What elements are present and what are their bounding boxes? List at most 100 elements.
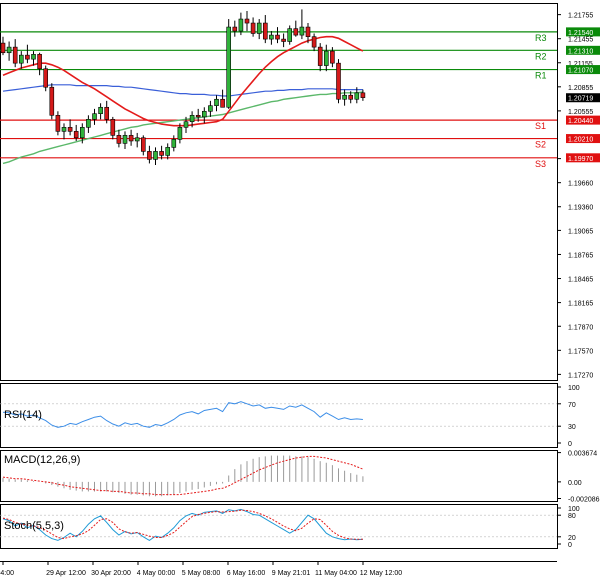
candle-bear <box>232 26 238 32</box>
candle-bear <box>37 54 42 70</box>
time-tick-label: 5 May 08:00 <box>182 570 221 577</box>
stoch-tick-label: 80 <box>568 513 576 520</box>
candle-bull <box>165 147 170 156</box>
candle-bull <box>287 28 293 42</box>
level-label-r3: R3 <box>535 33 547 43</box>
candle-bear <box>275 34 280 40</box>
candle-bull <box>269 34 274 40</box>
time-tick-label: 9 May 21:01 <box>272 570 311 577</box>
time-tick-label: 12 May 12:00 <box>360 570 403 577</box>
candle-bull <box>86 119 91 128</box>
price-tick-label: 1.17270 <box>568 372 593 379</box>
pane-frame-main <box>0 3 558 381</box>
candle-bull <box>153 151 158 160</box>
rsi-tick-label: 30 <box>568 424 576 431</box>
candle-bull <box>226 26 231 108</box>
price-tick-label: 1.18765 <box>568 252 593 259</box>
stoch-tick-label: 100 <box>568 506 580 513</box>
level-price-text-r2: 1.21310 <box>568 48 593 55</box>
level-label-s1: S1 <box>535 121 546 131</box>
trading-chart: 1.217551.214551.211551.208551.205551.199… <box>0 3 600 577</box>
candle-bull <box>31 54 36 60</box>
price-tick-label: 1.18465 <box>568 277 593 284</box>
rsi-tick-label: 0 <box>568 441 572 448</box>
macd-tick-label: -0.002086 <box>568 496 600 503</box>
candle-bear <box>141 137 146 152</box>
price-tick-label: 1.17870 <box>568 324 593 331</box>
candle-bear <box>348 94 354 100</box>
candle-bear <box>73 131 79 139</box>
candle-bull <box>238 18 244 32</box>
candle-bull <box>98 106 103 114</box>
candle-bull <box>134 137 140 142</box>
candle-bear <box>336 62 341 100</box>
time-tick-label: 4 May 00:00 <box>137 570 176 577</box>
stoch-label: Stoch(5,5,3) <box>4 520 64 532</box>
candle-bull <box>299 26 305 36</box>
candle-bear <box>43 68 49 88</box>
candle-bear <box>110 119 116 136</box>
chart-root: 1.217551.214551.211551.208551.205551.199… <box>0 0 600 582</box>
price-tick-label: 1.17570 <box>568 348 593 355</box>
time-tick-label: 6 May 16:00 <box>227 570 266 577</box>
candle-bull <box>342 94 347 100</box>
price-tick-label: 1.18165 <box>568 301 593 308</box>
candle-bull <box>61 127 67 132</box>
candle-bear <box>67 127 73 132</box>
candle-bull <box>183 121 189 128</box>
level-price-text-r1: 1.21070 <box>568 68 593 75</box>
candle-bear <box>25 54 30 60</box>
candle-bear <box>195 114 201 118</box>
candle-bear <box>330 50 335 64</box>
candle-bear <box>220 98 225 108</box>
candle-bull <box>171 139 177 148</box>
candle-bull <box>256 22 262 34</box>
candle-bear <box>55 114 61 132</box>
candle-bull <box>18 54 24 64</box>
level-price-text-s3: 1.19970 <box>568 156 593 163</box>
candle-bear <box>116 135 122 144</box>
candle-bull <box>214 98 219 106</box>
candle-bear <box>250 22 256 34</box>
current-price-text: 1.20719 <box>568 96 593 103</box>
candle-bull <box>208 105 213 112</box>
macd-tick-label: 0.003674 <box>568 451 597 458</box>
rsi-tick-label: 100 <box>568 385 580 392</box>
level-label-s2: S2 <box>535 140 546 150</box>
macd-tick-label: 0.00 <box>568 480 582 487</box>
candle-bear <box>0 42 6 54</box>
price-tick-label: 1.21755 <box>568 13 593 20</box>
pane-frame-rsi <box>0 383 558 448</box>
price-tick-label: 1.19065 <box>568 228 593 235</box>
time-tick-label: 29 Apr 12:00 <box>46 570 86 577</box>
candle-bear <box>104 106 109 120</box>
price-tick-label: 1.20855 <box>568 85 593 92</box>
candle-bull <box>92 113 97 120</box>
price-tick-label: 1.19660 <box>568 181 593 188</box>
macd-label: MACD(12,26,9) <box>4 454 80 466</box>
candle-bull <box>354 92 360 100</box>
stoch-tick-label: 0 <box>568 542 572 549</box>
candle-bear <box>281 38 286 42</box>
stoch-tick-label: 20 <box>568 535 576 542</box>
candle-bear <box>49 86 55 116</box>
candle-bear <box>159 151 164 156</box>
candle-bull <box>189 114 195 123</box>
candle-bull <box>6 46 12 54</box>
candle-bear <box>311 36 317 48</box>
time-tick-label: 28 Apr 04:00 <box>0 570 14 577</box>
candle-bear <box>244 18 250 24</box>
level-label-r1: R1 <box>535 71 547 81</box>
candle-bull <box>122 135 128 144</box>
candle-bull <box>80 127 85 139</box>
price-tick-label: 1.20555 <box>568 109 593 116</box>
candle-bull <box>323 50 329 66</box>
candle-bear <box>147 151 152 160</box>
level-label-s3: S3 <box>535 159 546 169</box>
rsi-label: RSI(14) <box>4 409 42 421</box>
candle-bull <box>177 127 183 140</box>
time-tick-label: 11 May 04:00 <box>315 570 357 577</box>
level-price-text-r3: 1.21540 <box>568 30 593 37</box>
rsi-tick-label: 70 <box>568 402 576 409</box>
candle-bear <box>293 28 299 36</box>
